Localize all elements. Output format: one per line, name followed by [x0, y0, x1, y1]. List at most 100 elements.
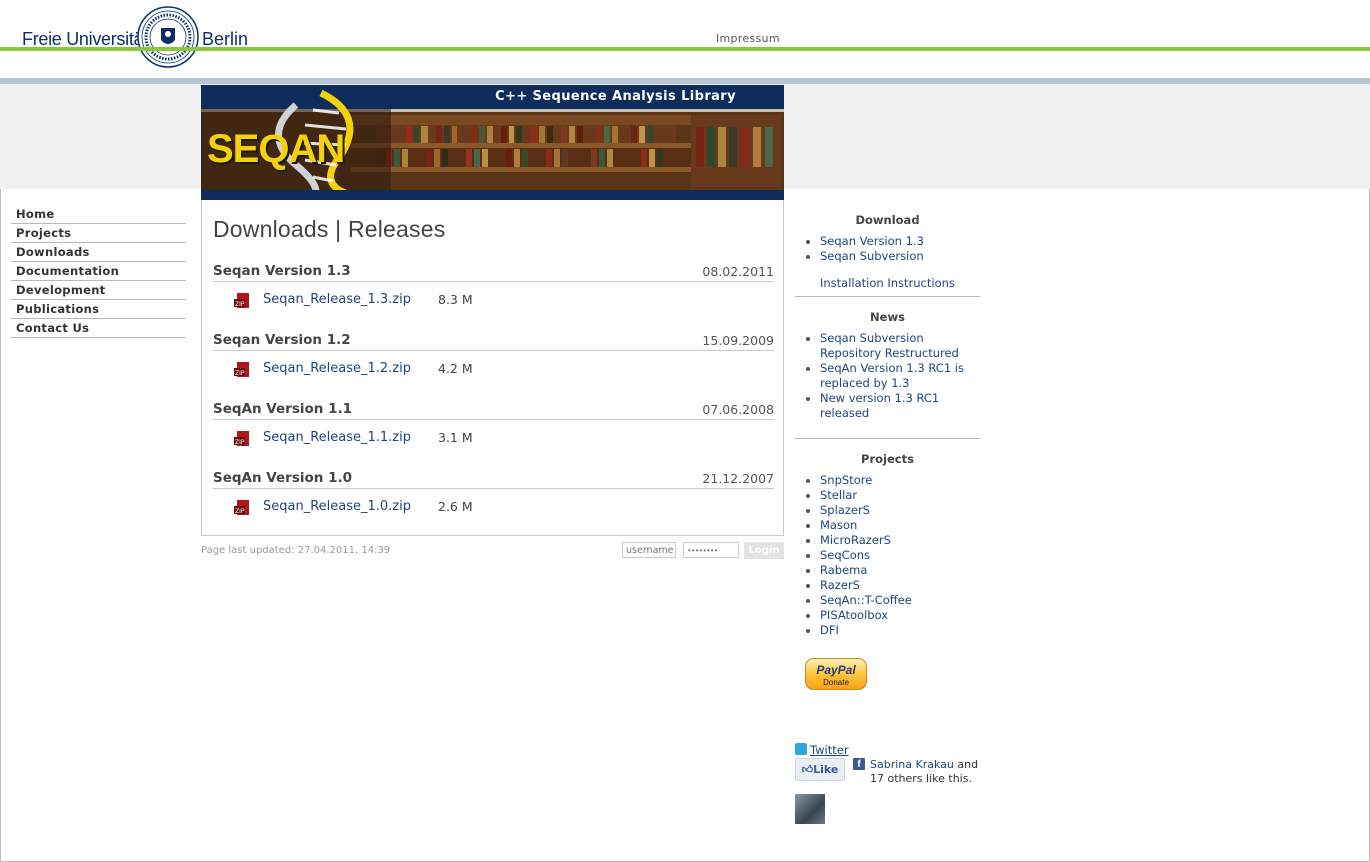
paypal-donate-button[interactable]: PayPal Donate: [805, 658, 867, 690]
release-date: 15.09.2009: [702, 333, 774, 348]
list-item: SeqAn Version 1.3 RC1 is replaced by 1.3: [795, 361, 980, 391]
release-header: Seqan Version 1.3 08.02.2011: [213, 263, 774, 282]
release-header: SeqAn Version 1.1 07.06.2008: [213, 401, 774, 420]
zip-file-icon: ZIP: [234, 431, 249, 446]
list-item: Seqan Subversion Repository Restructured: [795, 331, 980, 361]
news-link[interactable]: New version 1.3 RC1 released: [820, 391, 939, 420]
nav-item-projects[interactable]: Projects: [11, 224, 186, 243]
site-header: Freie Universität Berlin Impressum: [0, 0, 1370, 78]
download-link[interactable]: Seqan_Release_1.1.zip: [263, 430, 411, 445]
last-updated-text: Page last updated: 27.04.2011, 14:39: [201, 545, 391, 556]
list-item: Seqan Version 1.3: [795, 234, 980, 249]
facebook-and: and: [953, 758, 979, 771]
news-section: News Seqan Subversion Repository Restruc…: [795, 308, 980, 421]
list-item: MicroRazerS: [795, 533, 980, 548]
project-link[interactable]: PISAtoolbox: [820, 608, 888, 622]
release-title: SeqAn Version 1.1: [213, 401, 352, 417]
list-item: Stellar: [795, 488, 980, 503]
page-title: Downloads | Releases: [213, 216, 446, 242]
download-section-title: Download: [855, 213, 920, 227]
password-input[interactable]: [683, 542, 739, 558]
release-file-row: ZIP Seqan_Release_1.2.zip 4.2 M: [234, 361, 634, 379]
impressum-link[interactable]: Impressum: [716, 32, 780, 45]
list-item: Mason: [795, 518, 980, 533]
release-date: 07.06.2008: [702, 402, 774, 417]
file-size: 8.3 M: [438, 292, 473, 307]
download-section: Download Seqan Version 1.3 Seqan Subvers…: [795, 211, 980, 264]
facebook-icon: f: [853, 758, 865, 770]
nav-item-documentation[interactable]: Documentation: [11, 262, 186, 281]
projects-section: Projects SnpStore Stellar SplazerS Mason…: [795, 450, 980, 638]
download-link[interactable]: Seqan_Release_1.2.zip: [263, 361, 411, 376]
list-item: Seqan Subversion: [795, 249, 980, 264]
file-size: 3.1 M: [438, 430, 473, 445]
project-link[interactable]: SeqCons: [820, 548, 870, 562]
zip-icon-label: ZIP: [235, 301, 245, 308]
project-link[interactable]: Mason: [820, 518, 857, 532]
release-header: SeqAn Version 1.0 21.12.2007: [213, 470, 774, 489]
banner-tagline: C++ Sequence Analysis Library: [495, 89, 736, 104]
project-link[interactable]: Stellar: [820, 488, 857, 502]
twitter-link[interactable]: Twitter: [810, 743, 849, 757]
download-link-seqan-1-3[interactable]: Seqan Version 1.3: [820, 234, 924, 248]
project-link[interactable]: SnpStore: [820, 473, 872, 487]
list-item: SeqAn::T-Coffee: [795, 593, 980, 608]
left-navigation: Home Projects Downloads Documentation De…: [11, 205, 186, 338]
release-entry: SeqAn Version 1.0 21.12.2007 ZIP Seqan_R…: [213, 470, 774, 515]
like-label: Like: [813, 763, 839, 776]
project-link[interactable]: DFI: [820, 623, 839, 637]
university-seal-icon: [137, 6, 199, 68]
list-item: SeqCons: [795, 548, 980, 563]
project-link[interactable]: MicroRazerS: [820, 533, 891, 547]
release-entry: SeqAn Version 1.1 07.06.2008 ZIP Seqan_R…: [213, 401, 774, 446]
download-link[interactable]: Seqan_Release_1.0.zip: [263, 499, 411, 514]
installation-instructions-link[interactable]: Installation Instructions: [820, 276, 955, 290]
project-link[interactable]: Rabema: [820, 563, 867, 577]
sidebar-divider: [795, 438, 980, 439]
thumbs-up-icon: 👍︎: [801, 763, 814, 776]
sidebar-divider: [795, 296, 980, 297]
list-item: SnpStore: [795, 473, 980, 488]
main-content: Downloads | Releases Seqan Version 1.3 0…: [201, 200, 784, 536]
release-file-row: ZIP Seqan_Release_1.3.zip 8.3 M: [234, 292, 634, 310]
release-title: SeqAn Version 1.0: [213, 470, 352, 486]
project-link[interactable]: RazerS: [820, 578, 860, 592]
username-input[interactable]: [622, 542, 676, 558]
download-link[interactable]: Seqan_Release_1.3.zip: [263, 292, 411, 307]
zip-file-icon: ZIP: [234, 362, 249, 377]
file-size: 2.6 M: [438, 499, 473, 514]
nav-item-home[interactable]: Home: [11, 205, 186, 224]
release-title: Seqan Version 1.2: [213, 332, 351, 348]
seqan-logo-text: SEQAN: [207, 127, 345, 171]
news-section-title: News: [870, 310, 905, 324]
list-item: RazerS: [795, 578, 980, 593]
news-list: Seqan Subversion Repository Restructured…: [795, 331, 980, 421]
avatar[interactable]: [795, 794, 825, 824]
nav-item-publications[interactable]: Publications: [11, 300, 186, 319]
list-item: PISAtoolbox: [795, 608, 980, 623]
nav-item-contact-us[interactable]: Contact Us: [11, 319, 186, 338]
list-item: DFI: [795, 623, 980, 638]
list-item: New version 1.3 RC1 released: [795, 391, 980, 421]
news-link[interactable]: SeqAn Version 1.3 RC1 is replaced by 1.3: [820, 361, 964, 390]
release-date: 21.12.2007: [702, 471, 774, 486]
zip-icon-label: ZIP: [235, 370, 245, 377]
login-button[interactable]: Login: [744, 542, 784, 559]
download-link-subversion[interactable]: Seqan Subversion: [820, 249, 924, 263]
download-list: Seqan Version 1.3 Seqan Subversion: [795, 234, 980, 264]
news-link[interactable]: Seqan Subversion Repository Restructured: [820, 331, 959, 360]
header-accent-line: [0, 47, 1370, 51]
zip-icon-label: ZIP: [235, 439, 245, 446]
zip-icon-label: ZIP: [235, 508, 245, 515]
zip-file-icon: ZIP: [234, 293, 249, 308]
release-file-row: ZIP Seqan_Release_1.0.zip 2.6 M: [234, 499, 634, 517]
project-link[interactable]: SplazerS: [820, 503, 870, 517]
facebook-like-button[interactable]: 👍︎Like: [795, 758, 845, 781]
projects-list: SnpStore Stellar SplazerS Mason MicroRaz…: [795, 473, 980, 638]
nav-item-development[interactable]: Development: [11, 281, 186, 300]
list-item: SplazerS: [795, 503, 980, 518]
facebook-friend-link[interactable]: Sabrina Krakau: [870, 758, 954, 771]
project-link[interactable]: SeqAn::T-Coffee: [820, 593, 912, 607]
facebook-like-text: Sabrina Krakau and 17 others like this.: [870, 758, 980, 786]
nav-item-downloads[interactable]: Downloads: [11, 243, 186, 262]
